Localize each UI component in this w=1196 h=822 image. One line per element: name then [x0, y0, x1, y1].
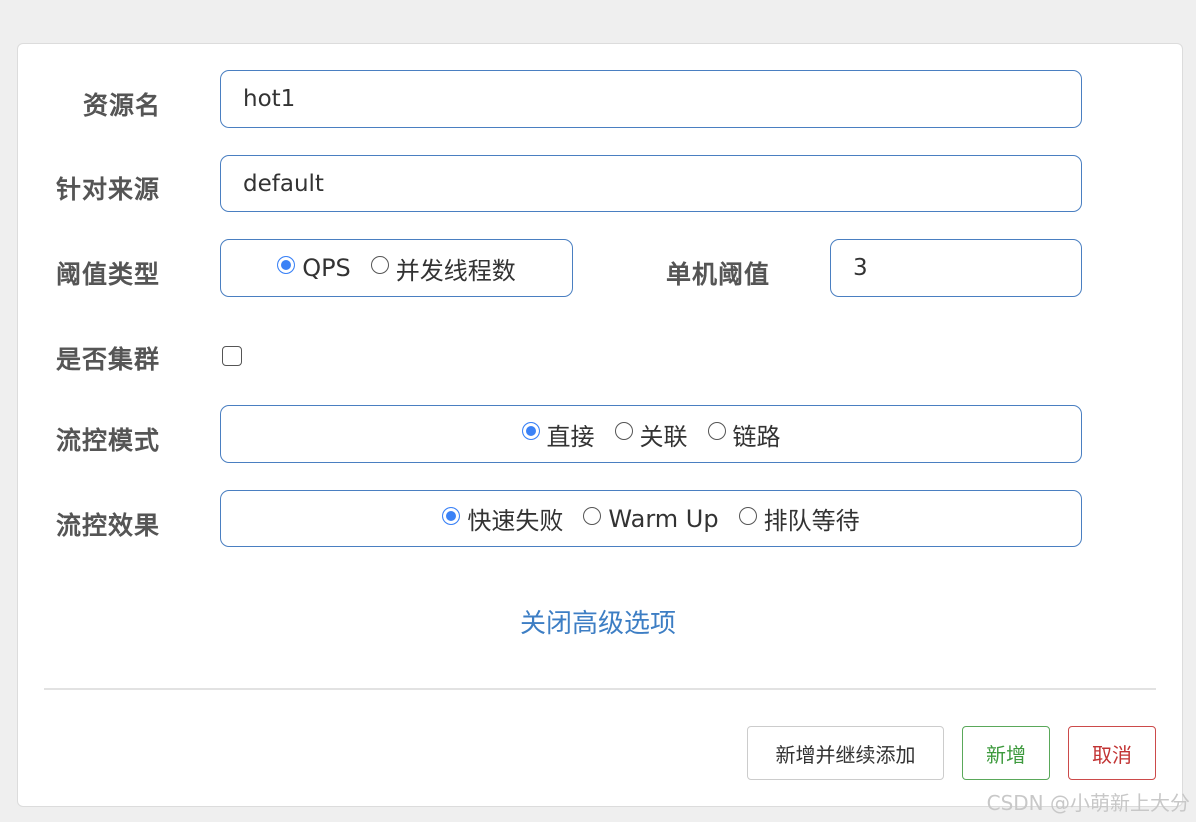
limit-app-label: 针对来源 [56, 175, 161, 204]
flow-effect-label: 流控效果 [56, 511, 161, 540]
single-threshold-input[interactable]: 3 [830, 239, 1082, 297]
add-and-continue-button[interactable]: 新增并继续添加 [747, 726, 944, 780]
close-advanced-options-link[interactable]: 关闭高级选项 [0, 603, 1196, 640]
cancel-button[interactable]: 取消 [1068, 726, 1156, 780]
flow-mode-chain-label: 链路 [732, 422, 781, 451]
single-threshold-value: 3 [853, 255, 868, 281]
cluster-checkbox[interactable] [222, 346, 242, 366]
resource-name-label: 资源名 [83, 91, 162, 120]
single-threshold-label: 单机阈值 [666, 260, 771, 289]
watermark: CSDN @小萌新上大分 [986, 791, 1190, 815]
limit-app-input[interactable]: default [220, 155, 1082, 212]
resource-name-input[interactable]: hot1 [220, 70, 1082, 128]
flow-effect-queue-label: 排队等待 [763, 507, 860, 535]
flow-effect-fast-fail[interactable]: 快速失败 [442, 501, 563, 536]
flow-effect-queue[interactable]: 排队等待 [738, 501, 860, 536]
radio-unchecked-icon [614, 422, 633, 440]
flow-effect-warm-up-label: Warm Up [608, 504, 719, 533]
resource-name-value: hot1 [243, 86, 296, 112]
flow-mode-label: 流控模式 [56, 426, 161, 455]
flow-effect-group: 快速失败 Warm Up 排队等待 [220, 490, 1082, 547]
threshold-type-label: 阈值类型 [56, 260, 161, 289]
flow-effect-fast-fail-label: 快速失败 [467, 507, 564, 535]
flow-mode-group: 直接 关联 链路 [220, 405, 1082, 463]
threshold-type-group: QPS 并发线程数 [220, 239, 573, 297]
flow-effect-warm-up[interactable]: Warm Up [583, 504, 719, 533]
threshold-type-qps[interactable]: QPS [277, 254, 351, 282]
radio-unchecked-icon [583, 506, 602, 525]
radio-checked-icon [442, 506, 461, 525]
threshold-type-thread[interactable]: 并发线程数 [370, 251, 516, 286]
radio-checked-icon [521, 422, 540, 440]
footer-divider [44, 688, 1156, 690]
flow-mode-direct[interactable]: 直接 [521, 417, 595, 452]
flow-mode-chain[interactable]: 链路 [707, 417, 781, 452]
threshold-type-qps-label: QPS [302, 254, 351, 282]
cluster-label: 是否集群 [56, 345, 161, 374]
radio-checked-icon [277, 256, 296, 274]
threshold-type-thread-label: 并发线程数 [395, 256, 516, 285]
radio-unchecked-icon [738, 506, 757, 525]
flow-mode-relate[interactable]: 关联 [614, 417, 688, 452]
radio-unchecked-icon [370, 256, 389, 274]
limit-app-value: default [243, 170, 324, 197]
flow-mode-relate-label: 关联 [639, 422, 688, 451]
add-button[interactable]: 新增 [962, 726, 1050, 780]
radio-unchecked-icon [707, 422, 726, 440]
flow-mode-direct-label: 直接 [546, 422, 595, 451]
